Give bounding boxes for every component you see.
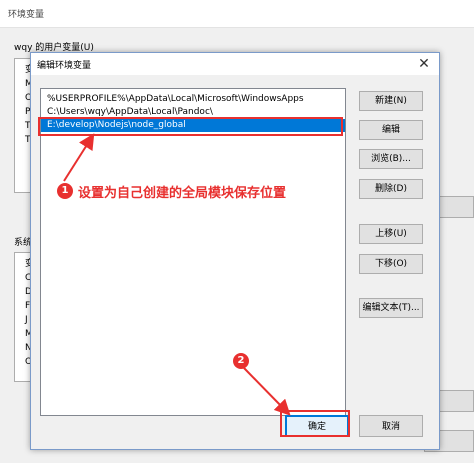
arrow-to-path [63,133,95,182]
step-2-badge: 2 [233,353,249,369]
step-1-text: 设置为自己创建的全局模块保存位置 [78,186,287,201]
annotation-arrows [63,133,291,416]
arrow-to-ok [243,367,291,416]
step-1-badge: 1 [57,183,73,199]
